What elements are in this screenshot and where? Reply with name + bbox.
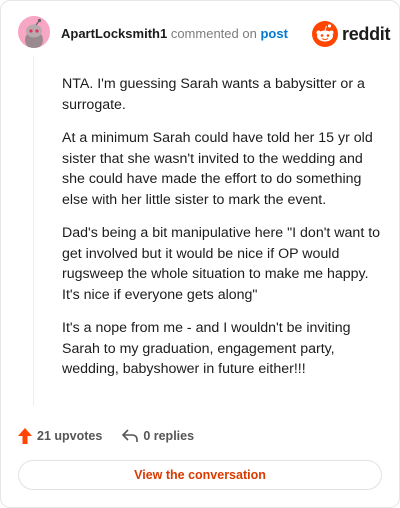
reddit-wordmark: reddit [342, 23, 391, 44]
upvote-button[interactable]: 21 upvotes [18, 428, 102, 444]
comment-paragraph: NTA. I'm guessing Sarah wants a babysitt… [62, 76, 365, 113]
post-link[interactable]: post [260, 26, 287, 41]
reddit-logo[interactable]: reddit [312, 21, 391, 47]
view-conversation-button[interactable]: View the conversation [18, 460, 382, 490]
comment-paragraph: It's a nope from me - and I wouldn't be … [62, 320, 351, 377]
reply-count: 0 replies [143, 429, 195, 443]
thread-line [33, 56, 34, 406]
upvote-count: 21 upvotes [37, 429, 103, 443]
comment-paragraph: At a minimum Sarah could have told her 1… [62, 130, 373, 208]
reddit-logo-icon [312, 21, 338, 47]
commented-on-text: commented on [170, 26, 257, 41]
reply-arrow-icon [122, 429, 139, 442]
avatar[interactable] [18, 16, 50, 48]
snoo-avatar-icon [18, 16, 50, 48]
reply-button[interactable]: 0 replies [122, 429, 194, 443]
comment-paragraph: Dad's being a bit manipulative here "I d… [62, 225, 381, 303]
comment-body: NTA. I'm guessing Sarah wants a babysitt… [62, 74, 382, 393]
username[interactable]: ApartLocksmith1 [61, 26, 167, 41]
comment-actions: 21 upvotes 0 replies [18, 426, 214, 446]
upvote-arrow-icon [18, 428, 32, 444]
comment-header: ApartLocksmith1 commented on post [61, 26, 288, 42]
comment-card: ApartLocksmith1 commented on post reddit… [0, 0, 400, 508]
